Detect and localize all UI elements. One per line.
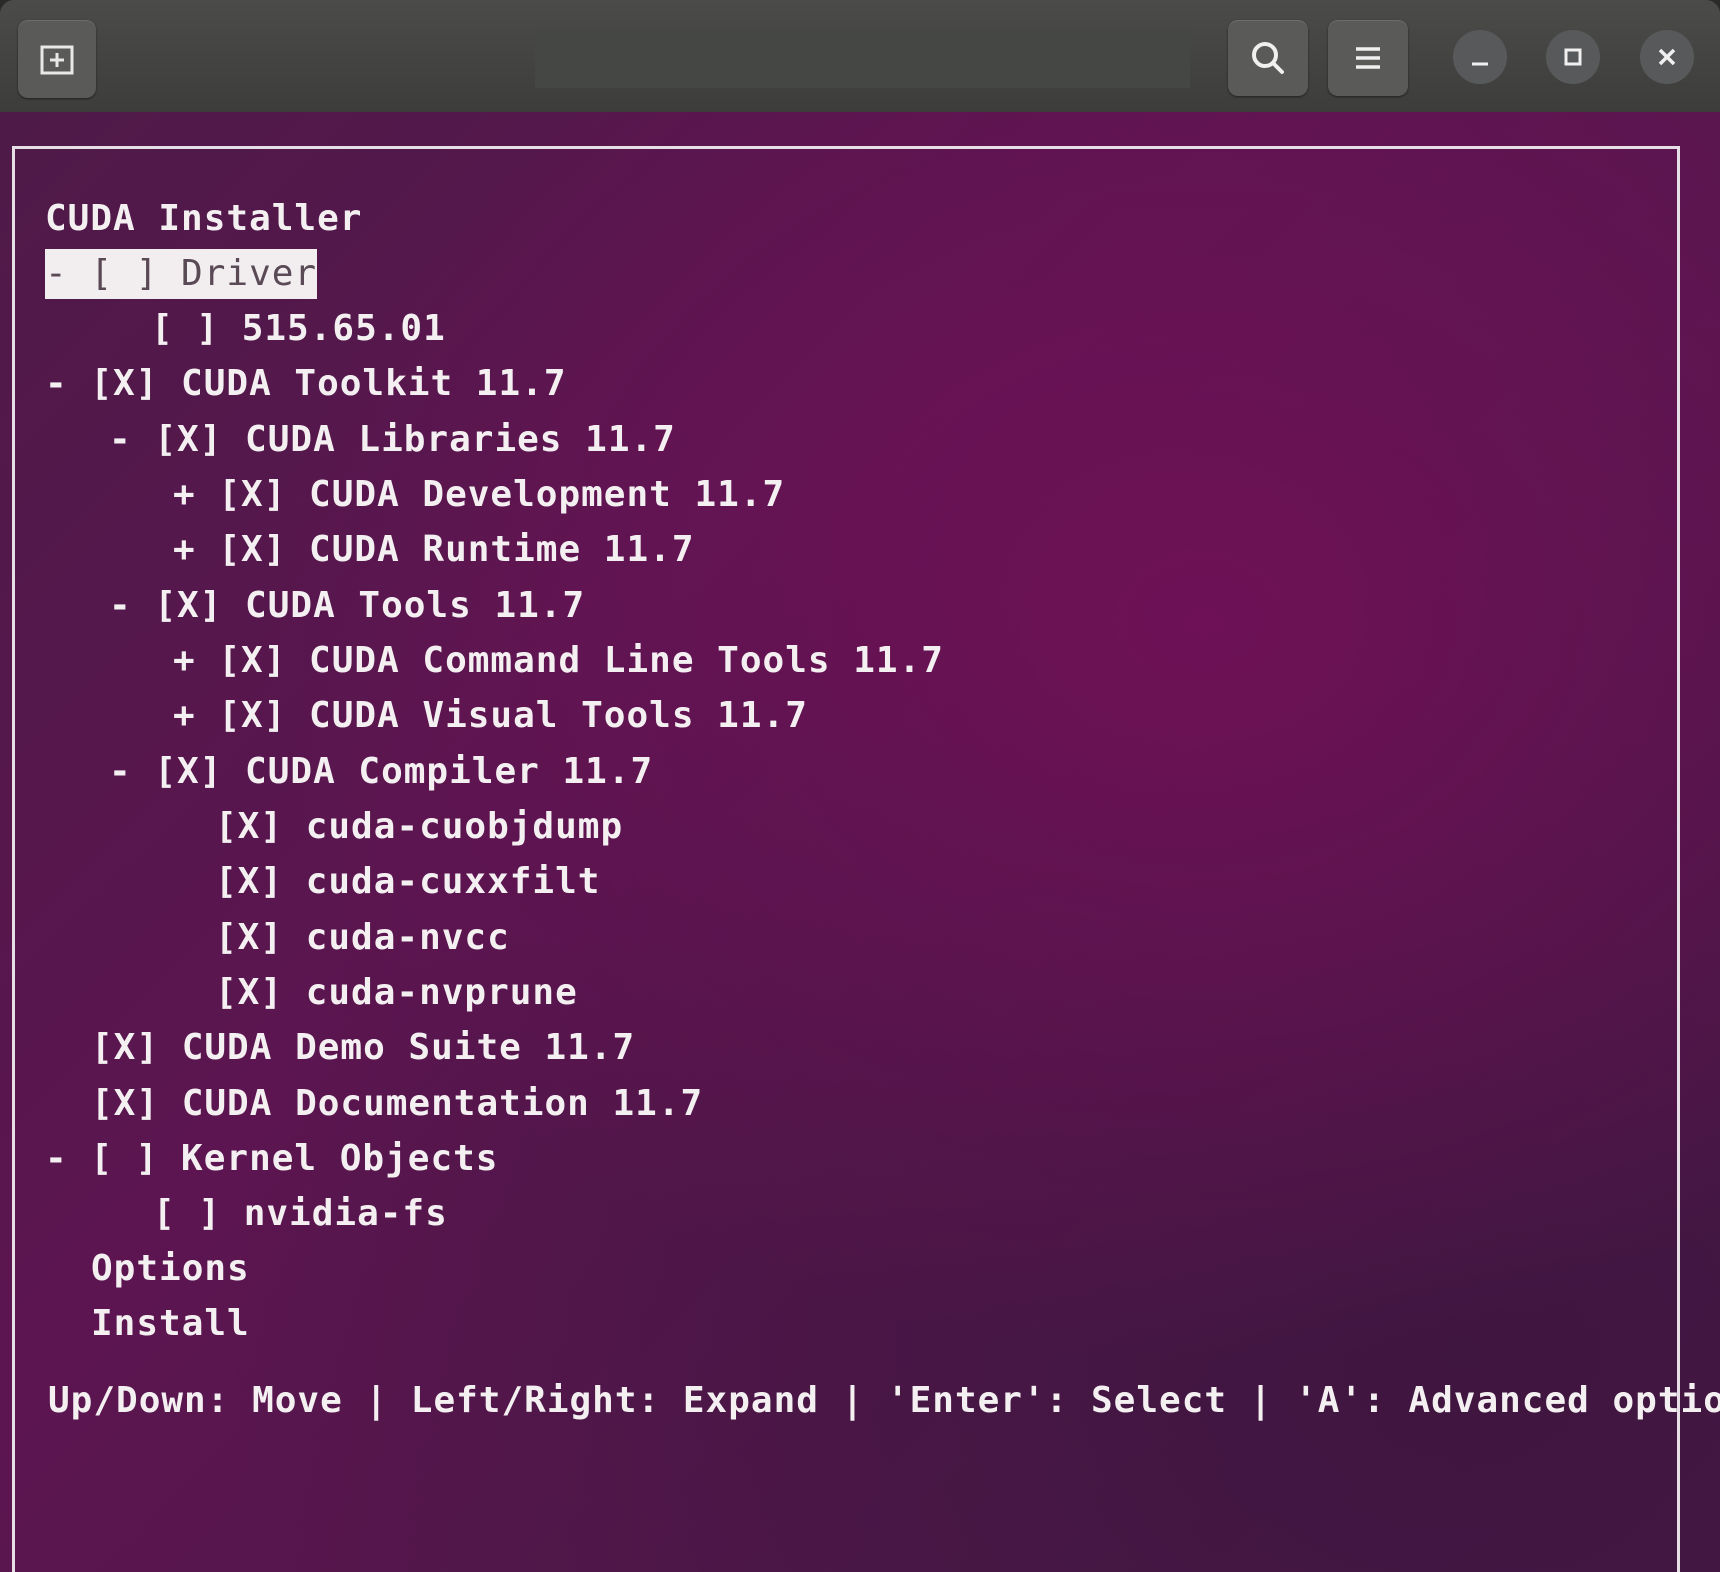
menu-item-install[interactable]: Install xyxy=(91,1299,250,1349)
menu-item-cuda-cuxxfilt[interactable]: [X] cuda-cuxxfilt xyxy=(215,857,600,907)
menu-item-cuda-tools[interactable]: - [X] CUDA Tools 11.7 xyxy=(109,581,585,631)
menu-item-cuda-nvprune[interactable]: [X] cuda-nvprune xyxy=(215,968,578,1018)
hamburger-menu-icon xyxy=(1356,47,1380,69)
menu-item-cuda-toolkit[interactable]: - [X] CUDA Toolkit 11.7 xyxy=(45,359,567,409)
terminal-window: CUDA Installer - [ ] Driver [ ] 515.65.0… xyxy=(0,0,1720,1572)
menu-item-cuda-demo-suite[interactable]: [X] CUDA Demo Suite 11.7 xyxy=(91,1023,635,1073)
menu-item-options[interactable]: Options xyxy=(91,1244,250,1294)
menu-item-driver-version[interactable]: [ ] 515.65.01 xyxy=(151,304,446,354)
new-tab-button[interactable] xyxy=(18,20,96,98)
maximize-button[interactable] xyxy=(1546,30,1600,84)
menu-item-cuda-cuobjdump[interactable]: [X] cuda-cuobjdump xyxy=(215,802,623,852)
menu-item-cuda-libraries[interactable]: - [X] CUDA Libraries 11.7 xyxy=(109,415,676,465)
close-icon xyxy=(1658,48,1676,66)
menu-item-driver[interactable]: - [ ] Driver xyxy=(45,249,318,299)
minimize-icon xyxy=(1472,62,1488,66)
menu-item-cuda-nvcc[interactable]: [X] cuda-nvcc xyxy=(215,913,510,963)
close-button[interactable] xyxy=(1640,30,1694,84)
menu-item-cuda-documentation[interactable]: [X] CUDA Documentation 11.7 xyxy=(91,1079,703,1129)
terminal-area[interactable]: CUDA Installer - [ ] Driver [ ] 515.65.0… xyxy=(0,112,1720,1572)
menu-item-cuda-runtime[interactable]: + [X] CUDA Runtime 11.7 xyxy=(173,525,695,575)
menu-item-kernel-objects[interactable]: - [ ] Kernel Objects xyxy=(45,1134,498,1184)
menu-button[interactable] xyxy=(1328,20,1408,96)
keyboard-help-bar: Up/Down: Move | Left/Right: Expand | 'En… xyxy=(48,1380,1720,1421)
maximize-icon xyxy=(1564,48,1582,66)
installer-dialog: CUDA Installer - [ ] Driver [ ] 515.65.0… xyxy=(12,146,1680,1572)
menu-item-nvidia-fs[interactable]: [ ] nvidia-fs xyxy=(153,1189,448,1239)
window-title xyxy=(535,30,1190,88)
title-bar xyxy=(0,0,1720,112)
menu-item-cuda-compiler[interactable]: - [X] CUDA Compiler 11.7 xyxy=(109,747,653,797)
new-tab-icon xyxy=(40,45,74,75)
search-button[interactable] xyxy=(1228,20,1308,96)
menu-item-cuda-development[interactable]: + [X] CUDA Development 11.7 xyxy=(173,470,785,520)
installer-title: CUDA Installer xyxy=(45,198,363,239)
minimize-button[interactable] xyxy=(1453,30,1507,84)
menu-item-cuda-command-line-tools[interactable]: + [X] CUDA Command Line Tools 11.7 xyxy=(173,636,944,686)
search-icon xyxy=(1252,42,1284,74)
menu-item-cuda-visual-tools[interactable]: + [X] CUDA Visual Tools 11.7 xyxy=(173,691,808,741)
